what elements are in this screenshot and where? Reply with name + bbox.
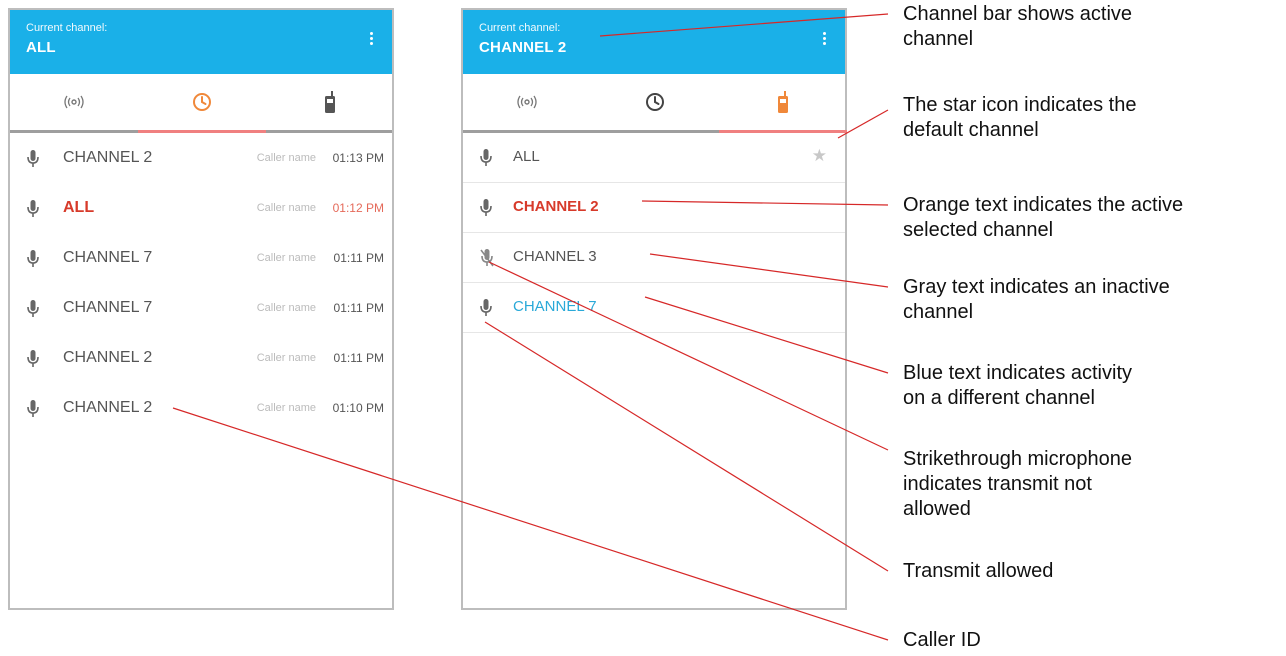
leader-transmit [484,321,889,572]
annotation-blue-text: Blue text indicates activity on a differe… [903,362,1132,409]
leader-gray [649,253,889,288]
leader-caller-id [172,407,889,641]
annotation-caller-id: Caller ID [903,629,981,651]
annotation-transmit-allowed: Transmit allowed [903,560,1054,582]
annotation-gray-text: Gray text indicates an inactive channel [903,276,1170,323]
leader-star [837,109,889,139]
leader-channel-bar [599,13,889,37]
leader-strike [488,261,889,451]
annotation-orange-text: Orange text indicates the active selected… [903,194,1184,241]
leader-blue [644,296,889,374]
annotation-star: The star icon indicates the default chann… [903,94,1137,141]
leader-orange [641,200,889,206]
annotation-channel-bar: Channel bar shows active channel [903,3,1133,50]
annotation-strikethrough-mic: Strikethrough microphone indicates transm… [903,448,1133,520]
